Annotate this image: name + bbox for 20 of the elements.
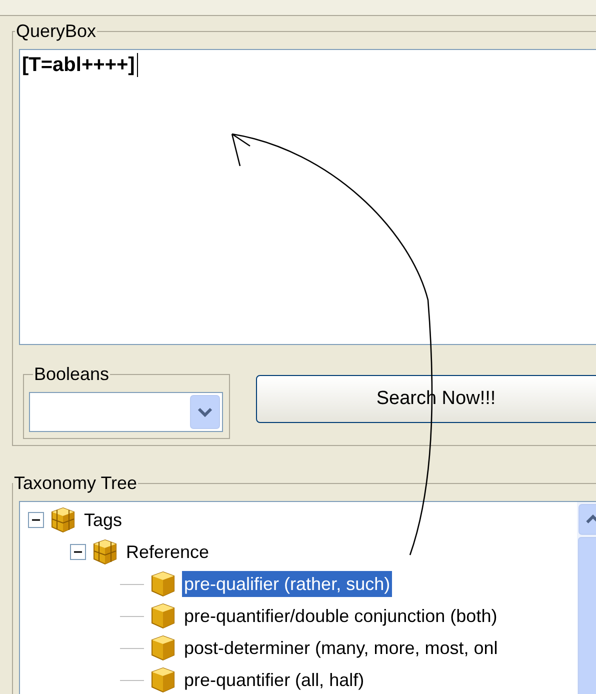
box-folder-icon — [92, 538, 118, 566]
group-title: Booleans — [33, 363, 110, 386]
group-title: QueryBox — [15, 20, 98, 43]
tree-item[interactable]: pre-quantifier/double conjunction (both) — [182, 603, 500, 629]
tree-item[interactable]: pre-qualifier (rather, such) — [182, 571, 392, 597]
tree-item[interactable]: Reference — [124, 539, 212, 565]
cube-icon — [150, 602, 176, 630]
tree-item[interactable]: Tags — [82, 507, 124, 533]
text-cursor-icon — [136, 53, 138, 77]
tree-item[interactable]: pre-quantifier (all, half) — [182, 667, 366, 693]
cube-icon — [150, 570, 176, 598]
group-title: Taxonomy Tree — [13, 472, 138, 495]
box-folder-icon — [50, 506, 76, 534]
booleans-dropdown[interactable] — [29, 392, 223, 432]
collapse-toggle[interactable] — [28, 512, 44, 528]
query-field[interactable]: [T=abl++++] — [19, 49, 596, 345]
cube-icon — [150, 634, 176, 662]
tree-item[interactable]: post-determiner (many, more, most, onl — [182, 635, 500, 661]
cube-icon — [150, 666, 176, 694]
collapse-toggle[interactable] — [70, 544, 86, 560]
